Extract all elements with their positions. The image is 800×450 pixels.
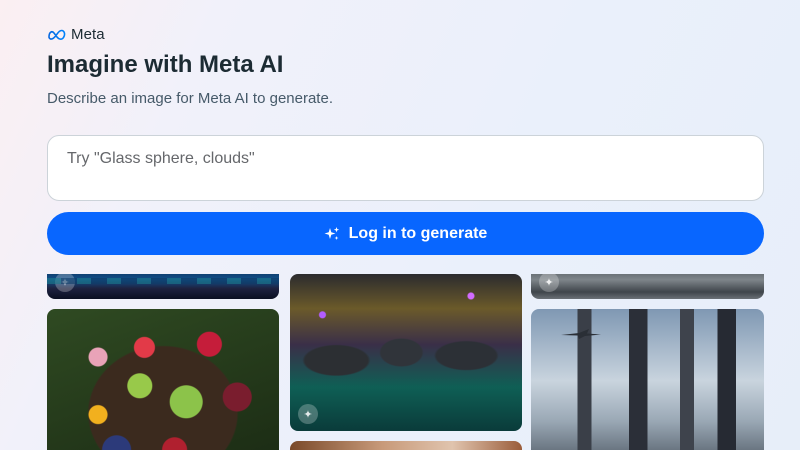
futuristic-city-image[interactable] [531,309,764,450]
water-image[interactable]: ✦ [531,274,764,299]
meta-logo[interactable]: Meta [47,25,105,43]
warm-tone-image[interactable] [290,441,522,450]
sparkle-icon [324,226,339,240]
login-to-generate-label: Log in to generate [348,224,488,242]
meta-infinity-icon [48,29,66,40]
space-cats-image[interactable]: ✦ [290,274,522,431]
image-gallery: ✦ ✦ ✦ [47,274,764,450]
ai-sparkle-badge-icon: ✦ [298,404,318,424]
fruit-platter-image[interactable] [47,309,279,450]
ai-sparkle-badge-icon: ✦ [55,274,75,292]
prompt-input[interactable] [47,135,764,201]
login-to-generate-button[interactable]: Log in to generate [47,212,764,255]
page-subtitle: Describe an image for Meta AI to generat… [47,90,333,107]
page-title: Imagine with Meta AI [47,51,284,78]
ai-sparkle-badge-icon: ✦ [539,274,559,292]
imagine-page: Meta Imagine with Meta AI Describe an im… [47,0,764,450]
brand-name: Meta [71,25,105,43]
aurora-image[interactable]: ✦ [47,274,279,299]
